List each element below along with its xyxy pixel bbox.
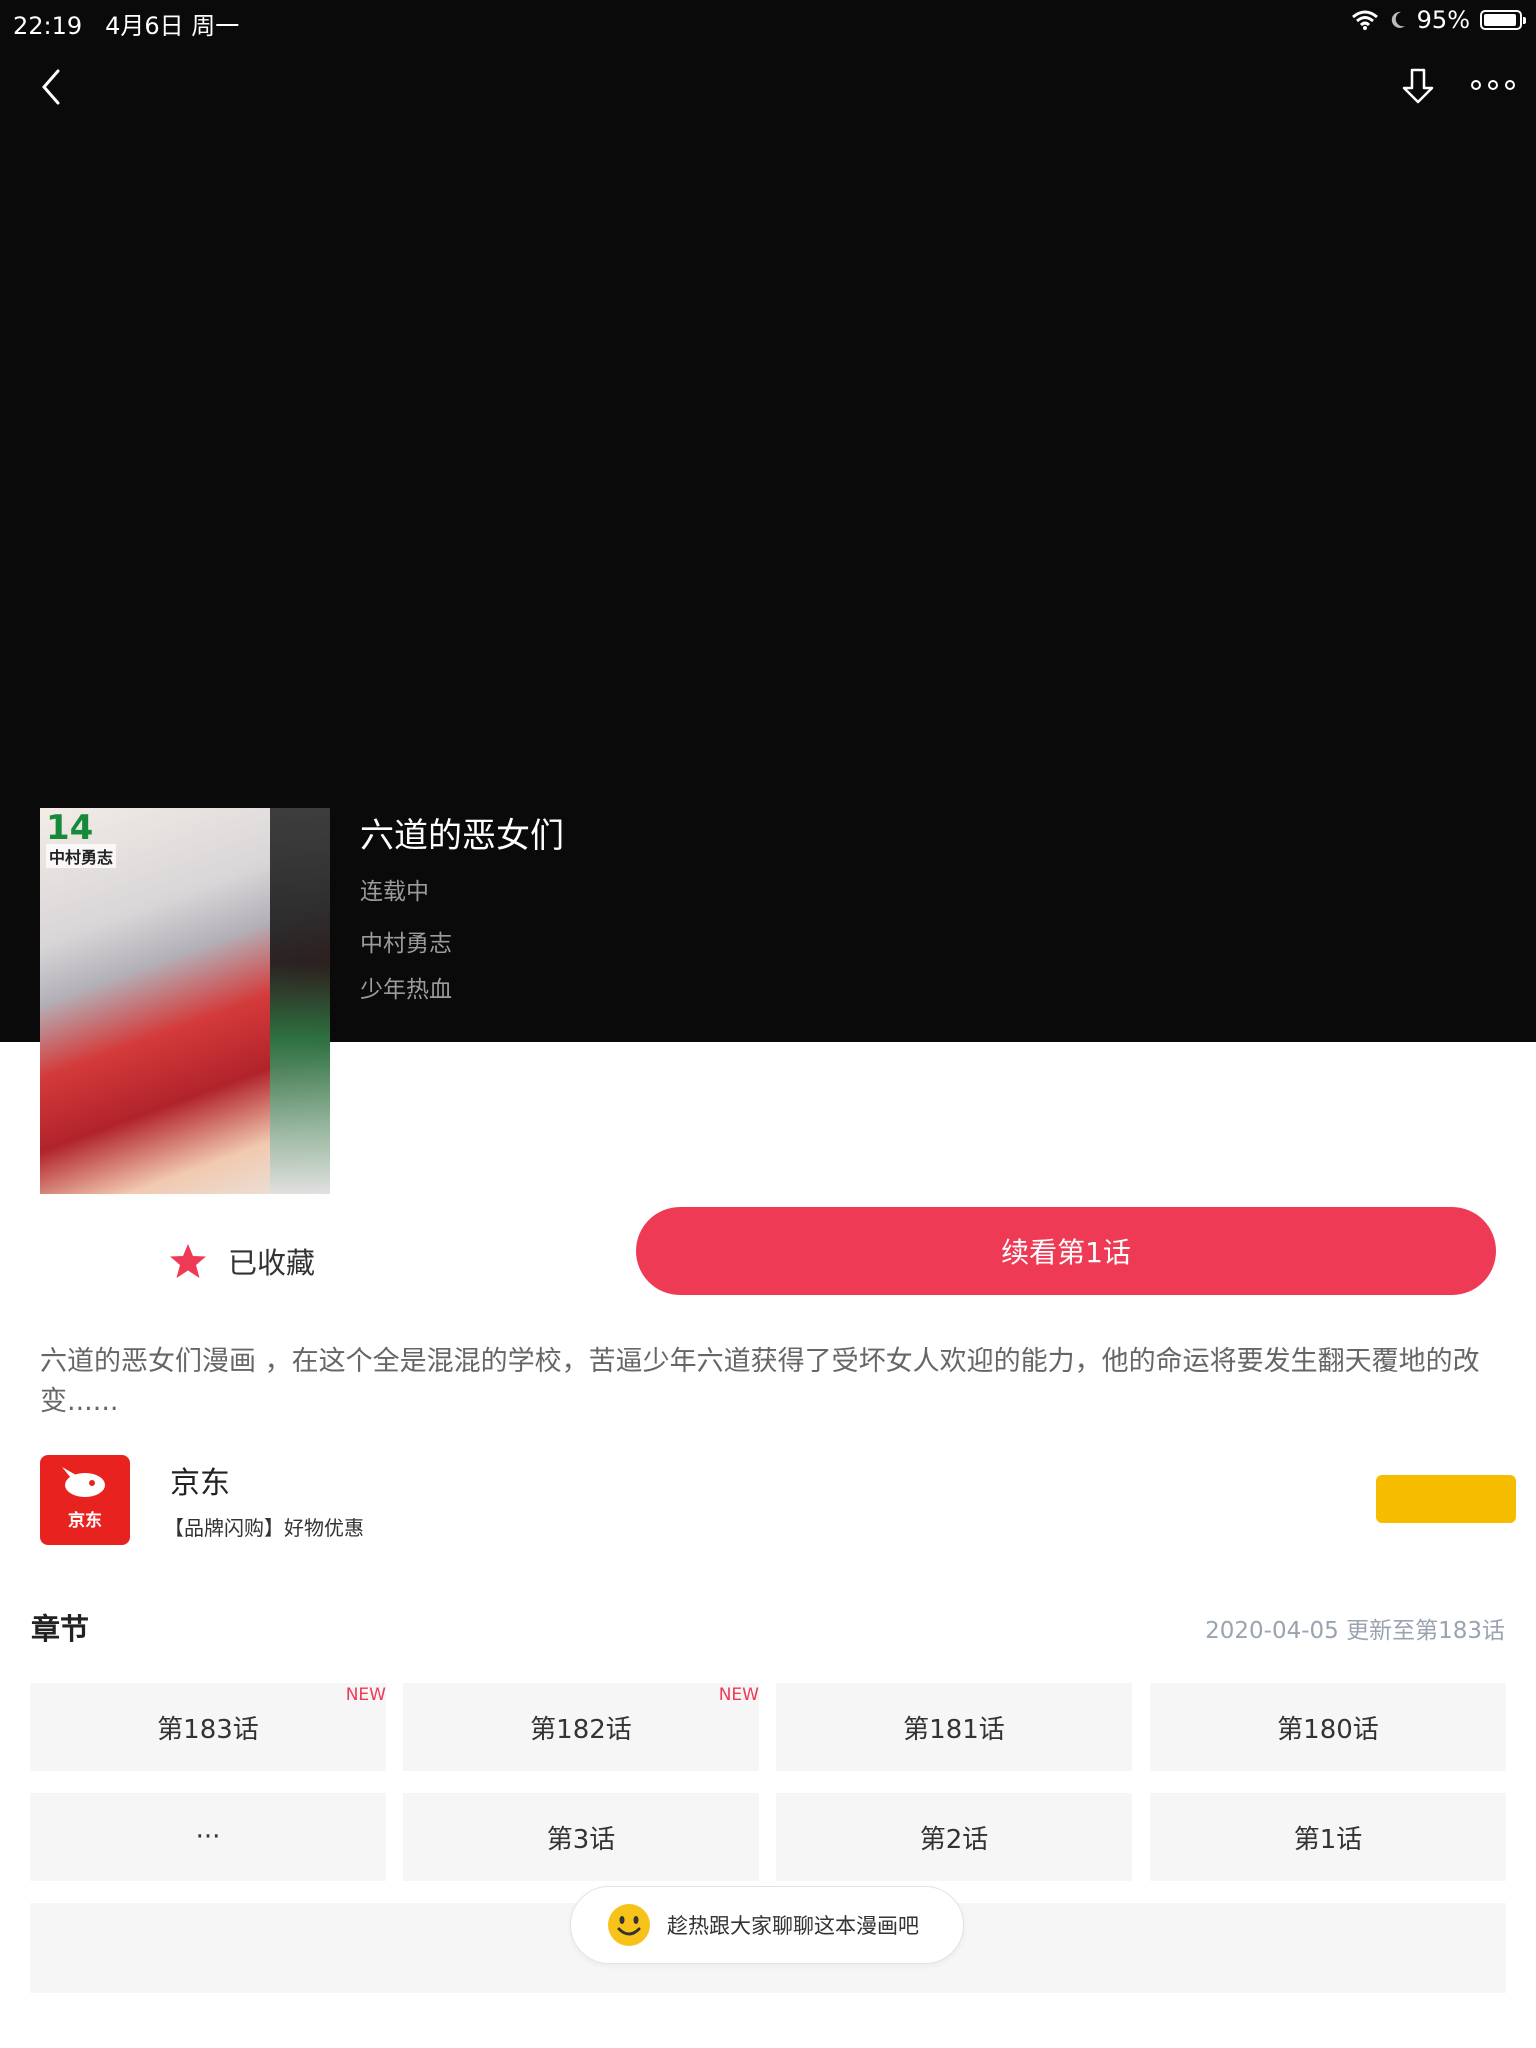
comic-cover: 14 中村勇志 (40, 808, 330, 1194)
new-badge: NEW (718, 1685, 759, 1705)
more-button[interactable] (1468, 70, 1518, 100)
battery-level (1484, 14, 1517, 26)
chapter-2[interactable]: 第2话 (776, 1793, 1132, 1881)
battery-icon (1480, 10, 1526, 30)
chapter-180[interactable]: 第180话 (1150, 1683, 1506, 1771)
moon-icon (1391, 11, 1405, 28)
comic-author[interactable]: 中村勇志 (360, 924, 452, 958)
cover-author: 中村勇志 (46, 844, 117, 868)
status-bar: 22:19 4月6日 周一 95% (0, 0, 1536, 42)
ad-description[interactable]: 【品牌闪购】好物优惠 (164, 1512, 364, 1541)
comic-description: 六道的恶女们漫画 ，在这个全是混混的学校，苦逼少年六道获得了受坏女人欢迎的能力，… (40, 1346, 1480, 1417)
jd-logo-text: 京东 (68, 1511, 102, 1531)
comic-title: 六道的恶女们 (360, 816, 564, 856)
battery-percent: 95% (1416, 6, 1470, 34)
chapter-1[interactable]: 第1话 (1150, 1793, 1506, 1881)
more-icon (1471, 80, 1515, 90)
chevron-left-icon (42, 69, 60, 105)
comic-genre[interactable]: 少年热血 (360, 970, 452, 1004)
favorite-label: 已收藏 (228, 1246, 316, 1280)
chapter-3[interactable]: 第3话 (403, 1793, 759, 1881)
jd-logo[interactable]: 京东 (40, 1455, 130, 1545)
comic-status: 连载中 (360, 879, 429, 905)
cover-volume: 14 (46, 808, 94, 848)
chapter-183[interactable]: 第183话 NEW (30, 1683, 386, 1771)
download-button[interactable] (1398, 62, 1438, 112)
new-badge: NEW (345, 1685, 386, 1705)
favorite-button[interactable]: 已收藏 (168, 1240, 315, 1282)
wifi-icon (1351, 10, 1378, 30)
ad-name[interactable]: 京东 (170, 1458, 230, 1502)
chapters-update-info: 2020-04-05 更新至第183话 (1205, 1618, 1505, 1644)
star-icon (170, 1244, 206, 1278)
continue-reading-button[interactable]: 续看第1话 (636, 1207, 1496, 1295)
ad-action-button[interactable] (1376, 1475, 1516, 1523)
chapters-heading: 章节 (31, 1612, 90, 1646)
chapter-more-button[interactable]: ··· (30, 1793, 386, 1881)
chat-prompt-button[interactable]: 趁热跟大家聊聊这本漫画吧 (570, 1886, 964, 1964)
chapter-181[interactable]: 第181话 (776, 1683, 1132, 1771)
smiley-icon (608, 1904, 650, 1946)
chapter-182[interactable]: 第182话 NEW (403, 1683, 759, 1771)
back-button[interactable] (30, 62, 70, 112)
status-time: 22:19 4月6日 周一 (13, 12, 240, 40)
chat-prompt-label: 趁热跟大家聊聊这本漫画吧 (667, 1914, 919, 1938)
download-icon (1402, 68, 1434, 104)
